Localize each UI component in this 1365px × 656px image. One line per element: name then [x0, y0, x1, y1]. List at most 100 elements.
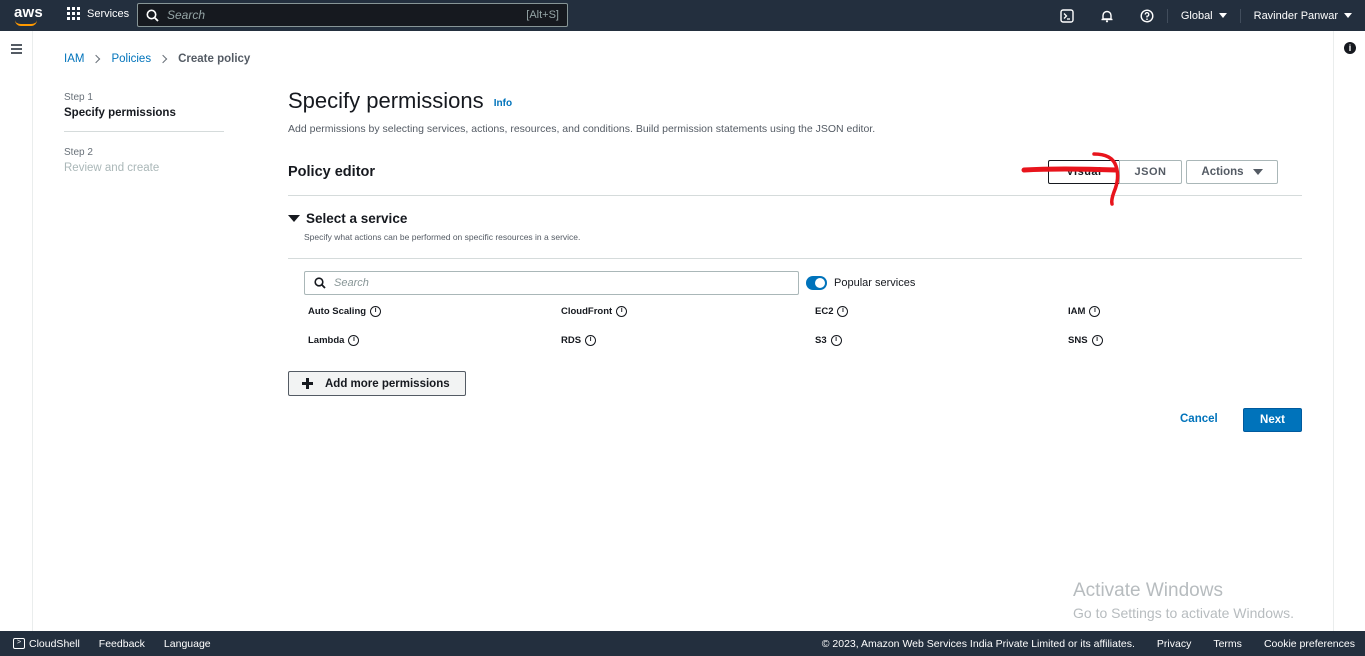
info-icon[interactable]: i — [585, 335, 597, 346]
actions-label: Actions — [1201, 166, 1244, 178]
popular-services-label: Popular services — [834, 277, 916, 289]
search-shortcut: [Alt+S] — [526, 9, 559, 21]
divider — [288, 258, 1302, 259]
service-label: Lambda — [308, 335, 345, 346]
red-annotation-mark — [1021, 152, 1120, 206]
info-icon[interactable]: i — [616, 306, 628, 317]
account-menu[interactable]: Ravinder Panwar — [1241, 10, 1365, 22]
cloudshell-icon: > — [13, 638, 25, 649]
popular-services-toggle[interactable] — [806, 276, 827, 290]
region-selector[interactable]: Global — [1168, 10, 1240, 22]
chevron-right-icon — [158, 54, 168, 64]
service-sns[interactable]: SNS i — [1068, 335, 1103, 346]
service-label: EC2 — [815, 306, 834, 317]
service-search-placeholder: Search — [334, 277, 369, 289]
caret-down-icon — [1218, 13, 1227, 18]
service-iam[interactable]: IAM i — [1068, 306, 1101, 317]
breadcrumb-current: Create policy — [178, 53, 251, 65]
info-icon[interactable]: i — [1091, 335, 1103, 346]
service-search-input[interactable]: Search — [304, 271, 799, 295]
service-label: CloudFront — [561, 306, 613, 317]
search-placeholder: Search — [167, 8, 206, 22]
grid-icon — [67, 7, 80, 20]
copyright-text: © 2023, Amazon Web Services India Privat… — [821, 637, 1135, 650]
plus-icon — [302, 378, 313, 389]
next-button[interactable]: Next — [1243, 408, 1302, 432]
privacy-link[interactable]: Privacy — [1157, 638, 1191, 650]
step-1-title[interactable]: Specify permissions — [64, 107, 224, 119]
service-ec2[interactable]: EC2 i — [815, 306, 849, 317]
info-icon[interactable]: i — [837, 306, 849, 317]
terms-link[interactable]: Terms — [1213, 638, 1242, 650]
search-icon — [146, 9, 159, 22]
add-more-permissions-button[interactable]: Add more permissions — [288, 371, 466, 396]
select-service-title: Select a service — [306, 211, 408, 226]
footer-left: > CloudShell Feedback Language — [0, 638, 211, 650]
service-lambda[interactable]: Lambda i — [308, 335, 360, 346]
watermark-line-2: Go to Settings to activate Windows. — [1073, 605, 1294, 621]
service-auto-scaling[interactable]: Auto Scaling i — [308, 306, 382, 317]
service-rds[interactable]: RDS i — [561, 335, 597, 346]
aws-logo[interactable]: aws — [14, 4, 43, 26]
caret-down-icon — [1344, 13, 1352, 18]
step-1-label: Step 1 — [64, 92, 93, 103]
notifications-bell-icon[interactable] — [1100, 9, 1114, 23]
services-menu-button[interactable]: Services — [67, 7, 129, 20]
top-nav-right: Global Ravinder Panwar — [1047, 0, 1365, 31]
info-icon[interactable]: i — [370, 306, 382, 317]
service-label: RDS — [561, 335, 582, 346]
divider — [288, 195, 1302, 196]
global-search-input[interactable]: Search [Alt+S] — [137, 3, 568, 27]
info-icon[interactable]: i — [348, 335, 360, 346]
feedback-link[interactable]: Feedback — [99, 638, 145, 650]
breadcrumb: IAM Policies Create policy — [64, 53, 250, 65]
service-label: SNS — [1068, 335, 1088, 346]
left-side-strip — [0, 31, 33, 631]
service-label: Auto Scaling — [308, 306, 367, 317]
info-icon[interactable]: i — [1089, 306, 1101, 317]
page-description: Add permissions by selecting services, a… — [288, 123, 876, 135]
help-icon[interactable] — [1140, 8, 1154, 23]
actions-dropdown-button[interactable]: Actions — [1186, 160, 1278, 184]
service-s3[interactable]: S3 i — [815, 335, 842, 346]
service-label: S3 — [815, 335, 827, 346]
step-2-title: Review and create — [64, 162, 160, 174]
page-title-row: Specify permissions Info — [288, 88, 512, 114]
policy-editor-title: Policy editor — [288, 164, 376, 180]
language-link[interactable]: Language — [164, 638, 211, 650]
cloudshell-icon[interactable] — [1060, 8, 1074, 23]
user-name: Ravinder Panwar — [1253, 9, 1338, 22]
info-link[interactable]: Info — [494, 98, 512, 109]
search-icon — [314, 277, 326, 289]
footer: > CloudShell Feedback Language © 2023, A… — [0, 631, 1365, 656]
info-icon[interactable]: i — [830, 335, 842, 346]
footer-right: © 2023, Amazon Web Services India Privat… — [822, 631, 1355, 656]
service-label: IAM — [1068, 306, 1086, 317]
cloudshell-label: CloudShell — [29, 637, 80, 650]
add-more-permissions-label: Add more permissions — [325, 377, 450, 390]
step-2-label: Step 2 — [64, 147, 93, 158]
expand-triangle-icon — [288, 215, 300, 222]
service-cloudfront[interactable]: CloudFront i — [561, 306, 628, 317]
breadcrumb-policies[interactable]: Policies — [111, 53, 151, 65]
select-service-description: Specify what actions can be performed on… — [304, 232, 581, 242]
aws-logo-text: aws — [14, 4, 43, 21]
menu-hamburger-icon[interactable] — [11, 44, 22, 56]
cancel-button[interactable]: Cancel — [1180, 413, 1218, 425]
breadcrumb-iam[interactable]: IAM — [64, 53, 84, 65]
caret-down-icon — [1252, 169, 1263, 175]
windows-activation-watermark: Activate Windows Go to Settings to activ… — [1073, 580, 1294, 621]
cloudshell-link[interactable]: > CloudShell — [13, 638, 80, 650]
info-panel-icon[interactable]: i — [1344, 42, 1356, 54]
select-service-header[interactable]: Select a service — [288, 211, 407, 226]
services-label: Services — [87, 7, 130, 20]
wizard-steps: Step 1 Specify permissions Step 2 Review… — [64, 92, 224, 174]
watermark-line-1: Activate Windows — [1073, 580, 1223, 601]
region-label: Global — [1180, 9, 1213, 22]
top-nav-bar: aws Services Search [Alt+S] Global Ravin… — [0, 0, 1365, 31]
aws-smile-icon — [15, 20, 37, 26]
right-side-strip: i — [1333, 31, 1365, 631]
cookie-preferences-link[interactable]: Cookie preferences — [1264, 638, 1355, 650]
chevron-right-icon — [92, 54, 101, 64]
step-divider — [64, 131, 224, 132]
